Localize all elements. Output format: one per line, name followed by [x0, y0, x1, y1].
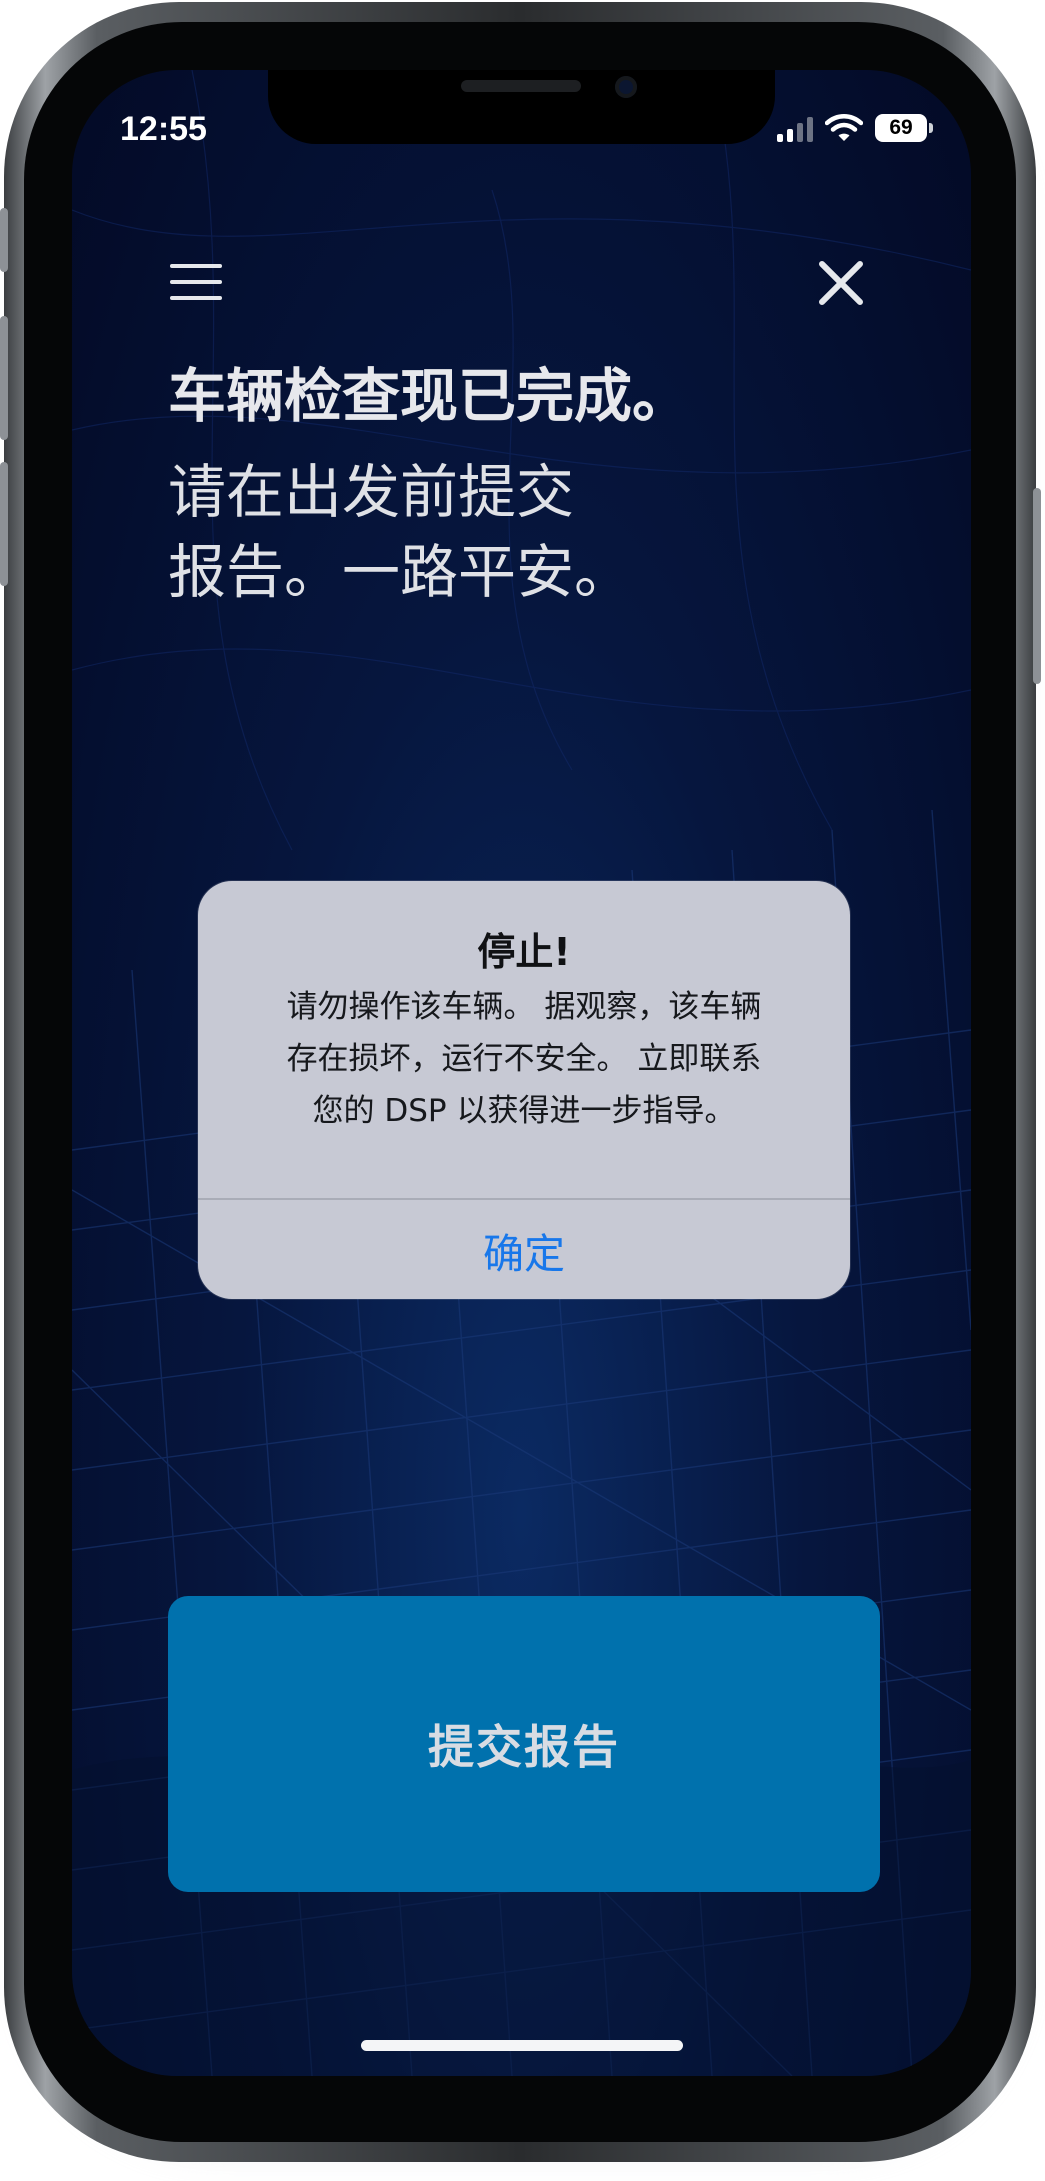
- earpiece-speaker: [461, 80, 581, 92]
- volume-up-button: [0, 316, 8, 440]
- wifi-icon: [825, 114, 863, 141]
- submit-instruction-text: 请在出发前提交 报告。一路平安。: [168, 452, 688, 612]
- submit-instruction-line-1: 请在出发前提交: [168, 458, 575, 526]
- alert-message-line-3: 您的 DSP 以获得进一步指导。: [312, 1093, 736, 1129]
- hamburger-menu-icon[interactable]: [170, 262, 224, 302]
- status-time: 12:55: [120, 110, 207, 148]
- alert-title: 停止!: [477, 930, 571, 974]
- app-screen: 12:55 69 车辆检查现已完成。 请在出发前提交 报告。一路平安。 停止! …: [72, 70, 971, 2076]
- mute-switch: [0, 208, 8, 272]
- device-notch: [268, 70, 775, 144]
- alert-message: 请勿操作该车辆。 据观察，该车辆 存在损坏，运行不安全。 立即联系 您的 DSP…: [234, 981, 814, 1137]
- submit-report-button[interactable]: 提交报告: [168, 1596, 880, 1892]
- close-x-icon[interactable]: [816, 258, 866, 308]
- battery-icon: 69: [875, 114, 933, 142]
- status-icons: 69: [777, 114, 933, 142]
- front-camera: [615, 76, 637, 98]
- volume-down-button: [0, 462, 8, 586]
- alert-message-line-1: 请勿操作该车辆。 据观察，该车辆: [286, 989, 762, 1025]
- alert-message-line-2: 存在损坏，运行不安全。 立即联系: [286, 1041, 762, 1077]
- stop-alert-dialog: 停止! 请勿操作该车辆。 据观察，该车辆 存在损坏，运行不安全。 立即联系 您的…: [198, 881, 850, 1299]
- cellular-signal-icon: [777, 114, 813, 142]
- alert-confirm-button[interactable]: 确定: [198, 1200, 850, 1299]
- home-indicator[interactable]: [361, 2040, 683, 2051]
- power-button: [1033, 488, 1041, 684]
- inspection-complete-heading: 车辆检查现已完成。: [168, 362, 691, 430]
- submit-instruction-line-2: 报告。一路平安。: [168, 538, 633, 606]
